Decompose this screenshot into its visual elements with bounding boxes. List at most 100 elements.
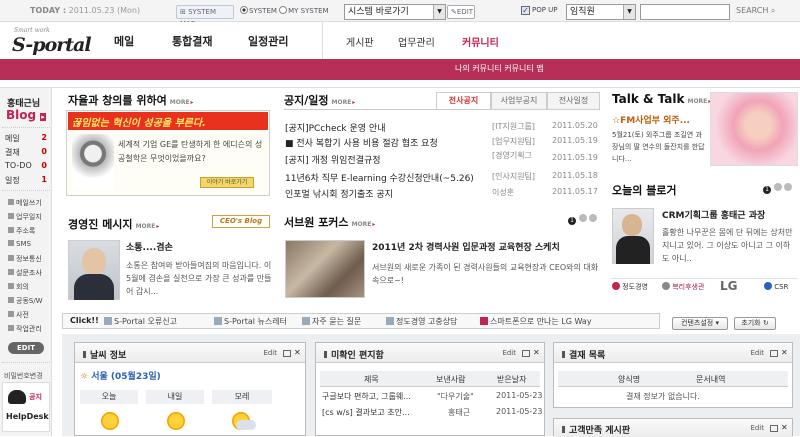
service-pager[interactable]: 1 <box>568 214 598 225</box>
system-map-button[interactable]: ⊞ SYSTEM MAP <box>176 5 234 28</box>
quicklink-error-report[interactable]: S-Portal 오류신고 <box>104 316 177 327</box>
ceo-headline[interactable]: 소통....겸손 <box>126 240 173 253</box>
close-icon[interactable]: ✕ <box>781 423 789 432</box>
blogger-pager[interactable]: 1 <box>763 183 793 194</box>
notice-item-dept: [인사지원팀] <box>492 172 536 181</box>
sidebar-menu-item[interactable]: 작업관리 <box>8 324 42 334</box>
service-headline[interactable]: 2011년 2차 경력사원 입문과정 교육현장 스케치 <box>372 240 600 253</box>
talk-headline[interactable]: ☆FM사업부 외주... <box>612 113 706 126</box>
popup-checkbox[interactable]: ✓ POP UP <box>521 6 558 15</box>
search-scope-select[interactable]: 임직원 ▼ <box>566 4 636 20</box>
change-password-link[interactable]: 비밀번호변경 <box>4 371 43 381</box>
close-icon[interactable]: ✕ <box>294 348 302 357</box>
maximize-icon[interactable] <box>522 350 530 357</box>
approval-edit[interactable]: Edit <box>750 349 764 357</box>
sidebar-menu-item[interactable]: 메일쓰기 <box>8 198 42 208</box>
close-icon[interactable]: ✕ <box>781 348 789 357</box>
maximize-icon[interactable] <box>770 425 778 432</box>
sidebar-menu-item[interactable]: 업무일지 <box>8 212 42 222</box>
tab-company-schedule[interactable]: 전사일정 <box>547 92 600 110</box>
notice-item-title[interactable]: 인포멀 낚시회 정기출조 공지 <box>285 187 393 200</box>
maximize-icon[interactable] <box>770 350 778 357</box>
unread-row-subject[interactable]: [cs w/s] 결과보고 초안... <box>322 407 410 418</box>
talk-more-link[interactable]: MORE <box>687 98 711 105</box>
quicklink-newsletter[interactable]: S-Portal 뉴스레터 <box>214 316 287 327</box>
ceo-more-link[interactable]: MORE <box>136 223 160 230</box>
tab-division-notice[interactable]: 사업부공지 <box>491 92 547 110</box>
nav-work[interactable]: 업무관리 <box>398 34 435 49</box>
approval-header: 결재 목록 Edit ✕ <box>554 343 792 363</box>
unread-col-sender: 보낸사람 <box>436 375 466 384</box>
logo-lg[interactable]: LG <box>720 279 738 293</box>
maximize-icon[interactable] <box>283 350 291 357</box>
sidebar-menu-item[interactable]: 설문조사 <box>8 268 42 278</box>
blog-link[interactable]: Blog ▸ <box>6 108 46 122</box>
logo-csr[interactable]: CSR <box>764 282 788 291</box>
search-button[interactable]: SEARCH ⌕ <box>736 6 775 16</box>
sidebar-edit-button[interactable]: EDIT <box>8 342 44 354</box>
quicklink-faq[interactable]: 자주 묻는 질문 <box>302 316 361 327</box>
sidebar-menu-item[interactable]: SMS <box>8 240 31 248</box>
close-icon[interactable]: ✕ <box>533 348 541 357</box>
quicklink-lgway[interactable]: 스마트폰으로 만나는 LG Way <box>480 316 592 327</box>
weather-edit[interactable]: Edit <box>263 349 277 357</box>
weather-day-after: 모레 <box>212 390 272 404</box>
notice-item-dept: [경영기획그 <box>492 151 532 160</box>
nav-approval[interactable]: 통합결재 <box>172 33 212 49</box>
satisfaction-widget: 고객만족 게시판 Edit ✕ <box>553 418 793 437</box>
notice-item-title[interactable]: [공지]PCcheck 운영 안내 <box>285 121 386 134</box>
unread-row-date: 2011-05-23 <box>496 407 543 416</box>
content-settings-button[interactable]: 컨텐츠설정 ▾ <box>672 317 728 330</box>
count-schedule[interactable]: 일정 1 <box>5 175 47 186</box>
blogger-headline[interactable]: CRM기획그룹 홍태근 과장 <box>662 208 765 221</box>
count-todo[interactable]: TO-DO 0 <box>5 161 47 170</box>
unread-edit[interactable]: Edit <box>502 349 516 357</box>
reset-button[interactable]: 초기화 ↻ <box>734 317 776 330</box>
notice-item-dept: [IT지원그룹] <box>492 122 535 131</box>
blogger-face <box>622 214 642 236</box>
sidebar-menu-item[interactable]: 회의 <box>8 282 29 292</box>
logo-welfare[interactable]: 복리후생관 <box>662 282 704 292</box>
nav-mail[interactable]: 메일 <box>114 33 134 49</box>
search-input[interactable] <box>640 4 730 20</box>
notice-item-title[interactable]: ■ 전사 복합기 사용 비용 절감 협조 요청 <box>285 136 438 149</box>
count-approval[interactable]: 결재 0 <box>5 147 47 158</box>
talk-baby-photo[interactable] <box>710 92 798 166</box>
helpdesk-box[interactable] <box>2 382 50 432</box>
community-subnav-links[interactable]: 나의 커뮤니티 커뮤니티 맵 <box>455 63 544 74</box>
unread-row-subject[interactable]: 구글보다 편하고, 그룹웨... <box>322 391 411 402</box>
sidebar-menu-item[interactable]: 공동S/W <box>8 296 43 306</box>
notice-item-title[interactable]: 11년6차 직무 E-learning 수강신청안내(~5.26) <box>285 171 474 184</box>
service-photo[interactable] <box>285 240 365 298</box>
quicklink-counsel[interactable]: 정도경영 고충상담 <box>386 316 457 327</box>
creativity-more-link[interactable]: MORE <box>170 99 194 106</box>
notice-item-title[interactable]: [공지] 개정 위임전결규정 <box>285 153 381 166</box>
sun-icon <box>167 412 185 430</box>
nav-board[interactable]: 게시판 <box>346 34 374 49</box>
sidebar-menu-item[interactable]: 사전 <box>8 310 29 320</box>
talk-text: 5월21(토) 외주그룹 조길연 과장님의 딸 연수의 돌잔치를 한답니다... <box>612 131 705 163</box>
edit-shortcut-button[interactable]: ✎EDIT <box>447 5 475 19</box>
checkbox-icon: ✓ <box>521 6 530 15</box>
system-shortcut-select[interactable]: 시스템 바로가기 ▼ <box>344 4 446 20</box>
sidebar-menu-item[interactable]: 주소록 <box>8 226 35 236</box>
notice-more-link[interactable]: MORE <box>332 99 356 106</box>
count-mail[interactable]: 메일 2 <box>5 133 47 144</box>
service-more-link[interactable]: MORE <box>352 221 376 228</box>
sidebar-menu-item[interactable]: 정보통신 <box>8 254 42 264</box>
system-radio-group[interactable]: SYSTEM MY SYSTEM <box>240 6 329 15</box>
ceo-title: 경영진 메시지 <box>68 218 133 231</box>
weather-day-tomorrow: 내일 <box>146 390 204 404</box>
banner-story-button[interactable]: 이야기 바로가기 <box>200 177 254 188</box>
logo[interactable]: S-portal <box>12 34 92 56</box>
weather-location: ☼ 서울 (05월23일) <box>80 372 161 382</box>
ceo-blog-button[interactable]: CEO's Blog <box>212 215 270 228</box>
satisfaction-edit[interactable]: Edit <box>750 424 764 432</box>
refresh-icon: ↻ <box>762 319 769 327</box>
nav-schedule[interactable]: 일정관리 <box>248 33 288 49</box>
logo-jeongdo[interactable]: 정도경영 <box>612 282 648 292</box>
tab-company-notice[interactable]: 전사공지 <box>436 92 491 110</box>
unread-title: 미확인 편지함 <box>324 348 384 361</box>
nav-community[interactable]: 커뮤니티 <box>462 34 499 49</box>
lg-icon <box>662 282 670 290</box>
